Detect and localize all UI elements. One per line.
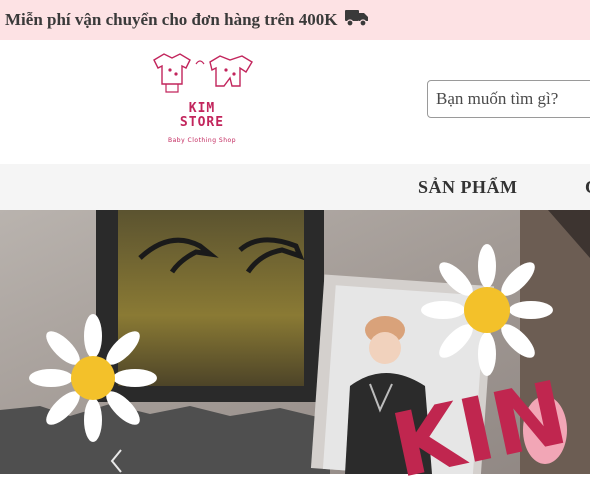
promo-bar: Miễn phí vận chuyển cho đơn hàng trên 40… — [0, 0, 590, 40]
daisy-right — [421, 244, 553, 376]
site-header: KIM STORE Baby Clothing Shop — [0, 40, 590, 164]
main-nav: SẢN PHẨM C — [0, 164, 590, 210]
chevron-left-icon[interactable] — [106, 448, 128, 474]
nav-item-products[interactable]: SẢN PHẨM — [418, 177, 518, 198]
search-box[interactable] — [427, 80, 590, 118]
logo-wordmark: KIM STORE — [179, 101, 225, 130]
nav-item-next[interactable]: C — [585, 177, 590, 198]
daisy-left — [29, 314, 157, 442]
store-logo[interactable]: KIM STORE Baby Clothing Shop — [146, 50, 266, 150]
search-input[interactable] — [428, 81, 590, 117]
logo-tagline: Baby Clothing Shop — [167, 137, 237, 144]
promo-text: Miễn phí vận chuyển cho đơn hàng trên 40… — [5, 10, 338, 29]
baby-clothes-icon — [153, 53, 253, 93]
truck-icon — [345, 9, 369, 32]
